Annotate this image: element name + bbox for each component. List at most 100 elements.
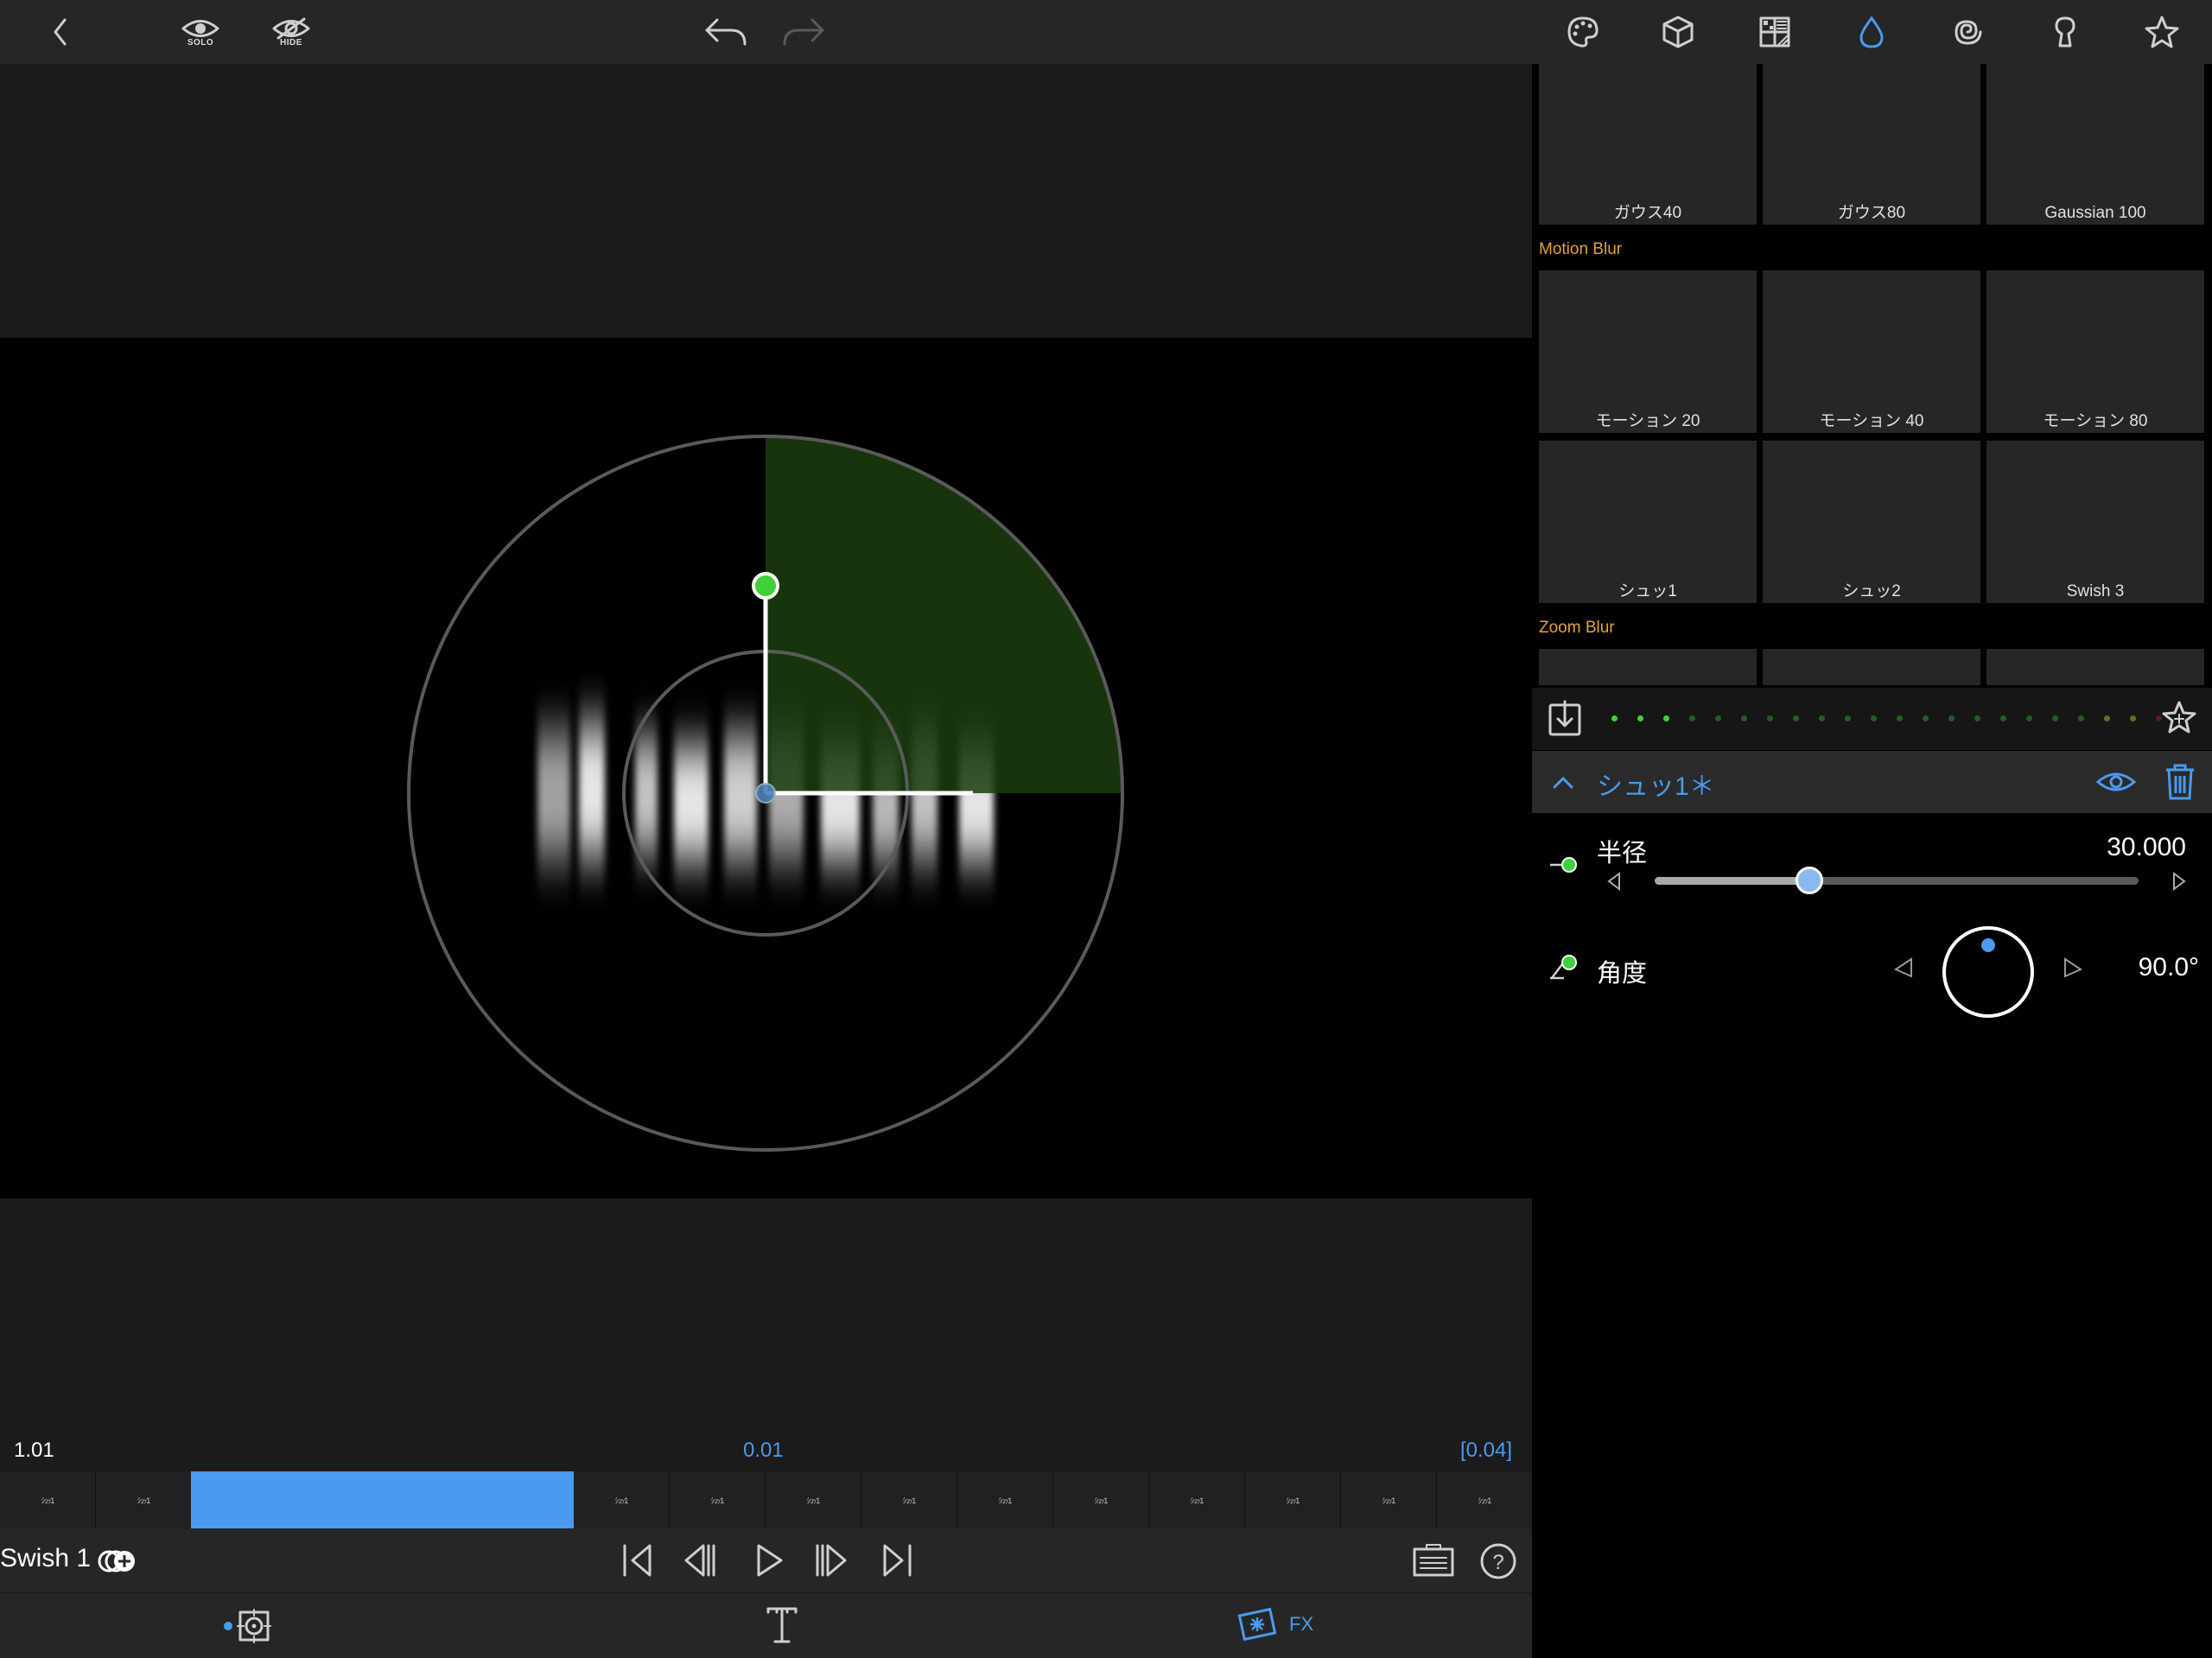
hide-button[interactable]: HIDE <box>268 0 315 64</box>
help-button[interactable]: ? <box>1479 1542 1517 1585</box>
palette-button[interactable] <box>1564 0 1602 64</box>
clip-thumb: ｼｭｯ1 <box>806 1496 820 1505</box>
layer-name[interactable]: Swish 1 <box>0 1544 91 1573</box>
page-dot[interactable] <box>1611 715 1618 721</box>
preset-label: ガウス80 <box>1837 204 1906 222</box>
preset-tile[interactable]: モーション 20 <box>1539 270 1757 433</box>
preset-tile[interactable]: モーション 40 <box>1763 270 1980 433</box>
preset-tile[interactable] <box>1539 649 1757 685</box>
timeline-selection[interactable] <box>191 1471 574 1528</box>
undo-icon <box>705 18 747 46</box>
page-dot[interactable] <box>2078 715 2084 721</box>
slider-knob[interactable] <box>1796 867 1824 894</box>
triangle-left-icon <box>1607 872 1620 891</box>
collapse-button[interactable] <box>1551 770 1575 798</box>
page-dot[interactable] <box>1715 715 1721 721</box>
clipboard-button[interactable] <box>1412 1542 1455 1583</box>
clip-thumb: ｼｭｯ1 <box>710 1496 724 1505</box>
tab-text[interactable] <box>765 1605 799 1649</box>
page-dot[interactable] <box>2052 715 2058 721</box>
preset-tile[interactable] <box>1763 649 1980 685</box>
angle-sector <box>766 436 1122 793</box>
page-dot[interactable] <box>1819 715 1825 721</box>
page-dot[interactable] <box>1948 715 1955 721</box>
preset-tile[interactable]: Swish 3 <box>1986 441 2204 603</box>
page-dot[interactable] <box>1741 715 1747 721</box>
distort-button[interactable] <box>1948 0 1986 64</box>
tab-fx[interactable]: FX <box>1237 1605 1313 1643</box>
preset-label: モーション 40 <box>1819 412 1924 430</box>
go-to-start-button[interactable] <box>620 1542 655 1583</box>
page-dot[interactable] <box>1767 715 1773 721</box>
center-handle[interactable] <box>755 783 776 804</box>
angle-handle[interactable] <box>752 572 779 600</box>
page-dot[interactable] <box>1897 715 1903 721</box>
preset-tile[interactable]: シュッ2 <box>1763 441 1980 603</box>
preset-tile[interactable]: ガウス40 <box>1539 64 1757 225</box>
radius-slider[interactable] <box>1655 867 2139 894</box>
page-dots[interactable] <box>1532 688 2212 750</box>
page-dot[interactable] <box>2130 715 2136 721</box>
preset-tile[interactable]: モーション 80 <box>1986 270 2204 433</box>
radius-keyframe-toggle[interactable] <box>1548 849 1580 880</box>
favorites-button[interactable] <box>2143 0 2181 64</box>
page-dot[interactable] <box>2026 715 2032 721</box>
radius-decrement-button[interactable] <box>1605 871 1623 896</box>
chevron-up-icon <box>1553 776 1573 789</box>
redo-button[interactable] <box>779 0 828 64</box>
angle-value[interactable]: 90.0° <box>2074 953 2199 982</box>
svg-text:?: ? <box>1492 1551 1503 1574</box>
back-button[interactable] <box>43 0 78 64</box>
solo-button[interactable]: SOLO <box>177 0 224 64</box>
add-layer-button[interactable] <box>97 1544 142 1583</box>
blur-fx-tab[interactable] <box>1853 0 1891 64</box>
angle-dial[interactable] <box>1941 924 2036 1024</box>
tab-transform[interactable] <box>223 1607 275 1649</box>
star-icon <box>2145 16 2179 48</box>
effect-visibility-button[interactable] <box>2095 768 2137 800</box>
clipboard-icon <box>1413 1544 1454 1577</box>
preset-tile[interactable]: ガウス80 <box>1763 64 1980 225</box>
preview-canvas[interactable] <box>0 338 1532 1198</box>
page-dot[interactable] <box>2104 715 2110 721</box>
radius-value[interactable]: 30.000 <box>1987 833 2186 862</box>
preset-label: Swish 3 <box>2066 582 2125 600</box>
angle-rotate-left-button[interactable] <box>1892 956 1916 984</box>
preset-label: シュッ1 <box>1618 582 1677 600</box>
canvas-margin-top <box>0 64 1532 338</box>
page-dot[interactable] <box>1871 715 1877 721</box>
clip-thumb: ｼｭｯ1 <box>614 1496 628 1505</box>
delete-effect-button[interactable] <box>2163 763 2197 805</box>
help-icon: ? <box>1480 1543 1516 1579</box>
next-frame-button[interactable] <box>814 1542 849 1583</box>
play-button[interactable] <box>752 1542 786 1583</box>
preset-tile[interactable] <box>1986 649 2204 685</box>
page-dot[interactable] <box>2000 715 2006 721</box>
eye-icon <box>2095 772 2137 791</box>
cube-button[interactable] <box>1659 0 1697 64</box>
time-duration: [0.04] <box>1460 1439 1513 1462</box>
radius-increment-button[interactable] <box>2171 871 2188 896</box>
go-to-end-button[interactable] <box>880 1542 914 1583</box>
page-dot[interactable] <box>1974 715 1980 721</box>
mask-button[interactable] <box>2046 0 2084 64</box>
page-dot[interactable] <box>1689 715 1695 721</box>
star-add-icon <box>2162 701 2196 734</box>
page-dot[interactable] <box>1845 715 1851 721</box>
preset-tile[interactable]: Gaussian 100 <box>1986 64 2204 225</box>
text-icon <box>766 1607 798 1643</box>
save-preset-button[interactable] <box>2160 699 2198 741</box>
undo-button[interactable] <box>702 0 750 64</box>
preset-tile[interactable]: シュッ1 <box>1539 441 1757 603</box>
page-dot[interactable] <box>1663 715 1669 721</box>
pattern-button[interactable] <box>1756 0 1794 64</box>
drop-icon <box>1859 16 1884 48</box>
dial-knob <box>1942 926 2034 1018</box>
effect-title[interactable]: シュッ1＊ <box>1597 765 1715 803</box>
page-dot[interactable] <box>1793 715 1799 721</box>
angle-keyframe-toggle[interactable] <box>1548 949 1580 988</box>
prev-frame-button[interactable] <box>683 1542 717 1583</box>
page-dot[interactable] <box>1923 715 1929 721</box>
clip-thumb: ｼｭｯ1 <box>1286 1496 1300 1505</box>
page-dot[interactable] <box>1637 715 1643 721</box>
